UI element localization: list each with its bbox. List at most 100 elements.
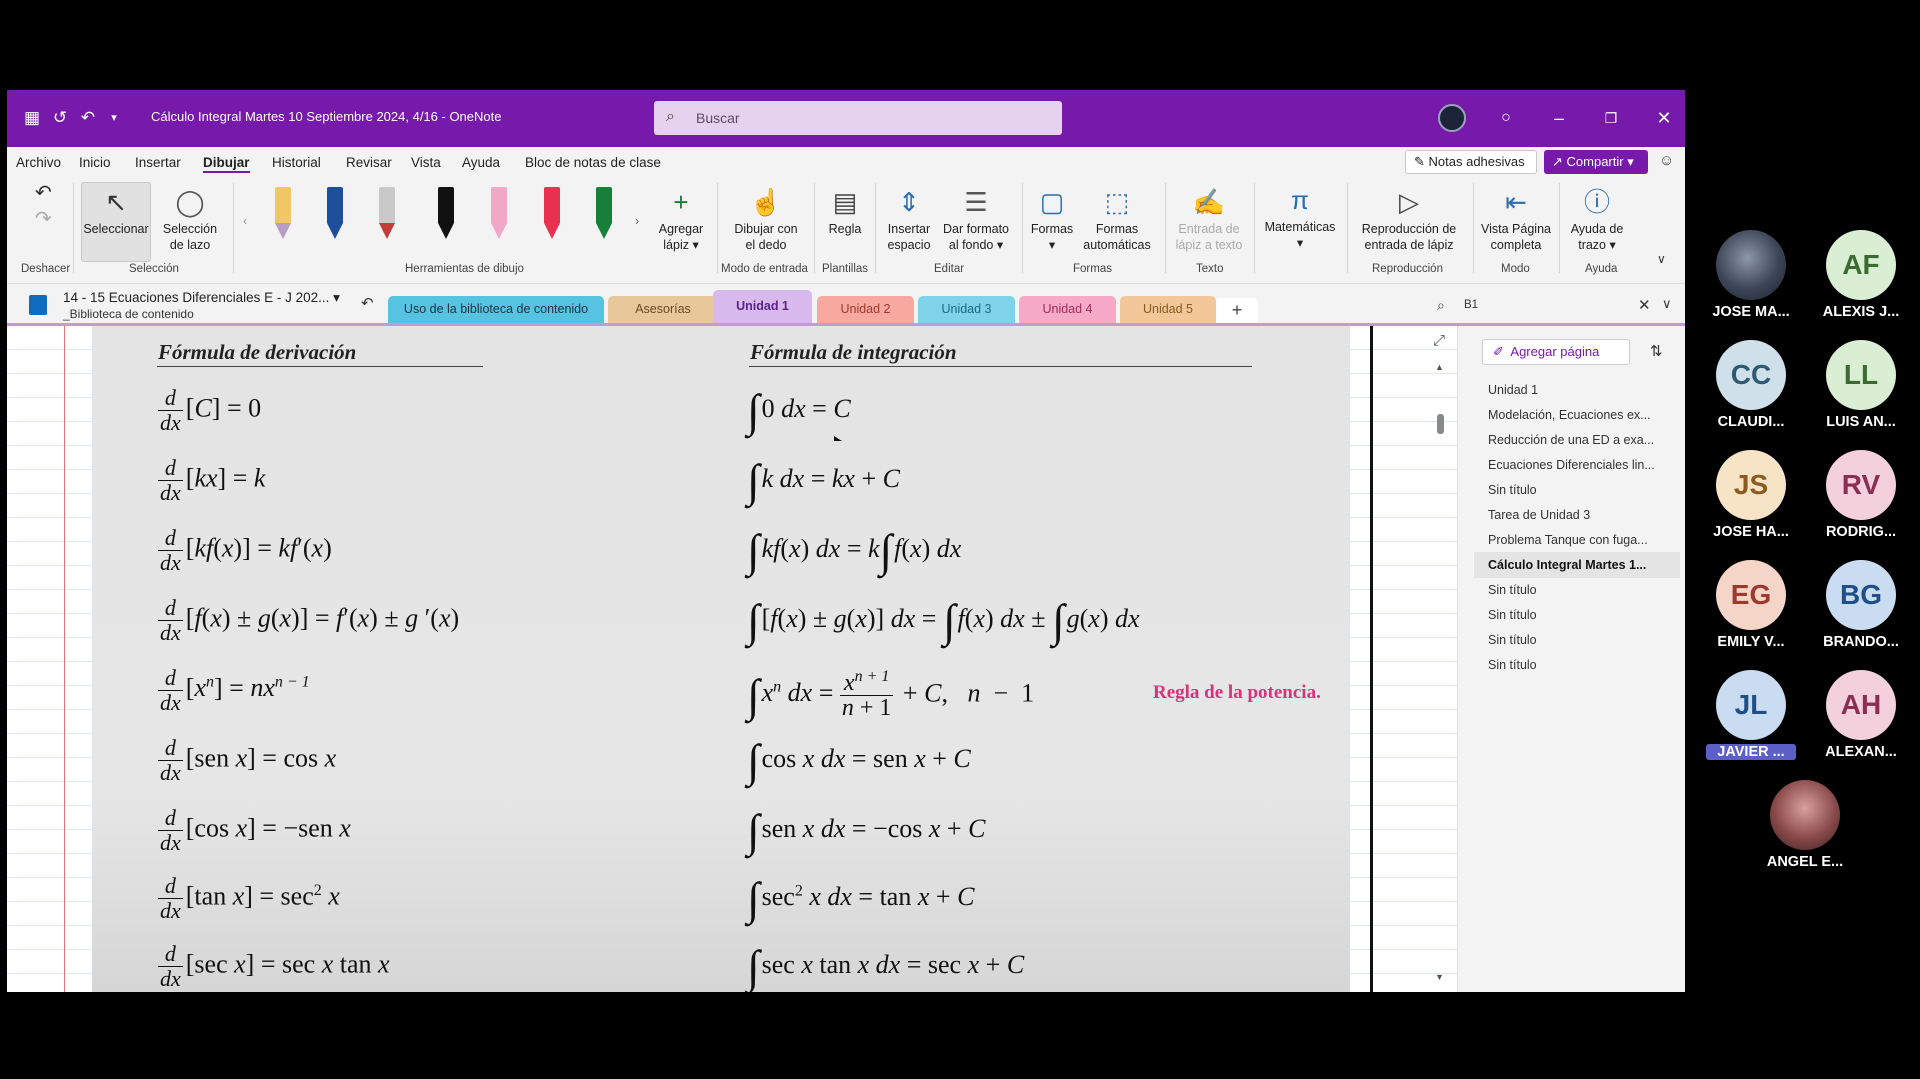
pen-red[interactable] [540, 187, 564, 247]
page-canvas[interactable]: Fórmula de derivación Fórmula de integra… [7, 326, 1457, 992]
menu-inicio[interactable]: Inicio [79, 155, 111, 170]
clear-search-icon[interactable]: ✕ [1638, 296, 1651, 314]
page-item[interactable]: Tarea de Unidad 3 [1474, 502, 1680, 528]
formula-image[interactable]: Fórmula de derivación Fórmula de integra… [92, 326, 1350, 992]
notebook-icon[interactable] [29, 295, 47, 315]
participant-tile[interactable]: JS JOSE HA... [1706, 450, 1796, 540]
tab-unidad-5[interactable]: Unidad 5 [1120, 296, 1216, 323]
customize-toolbar-icon[interactable]: ▾ [103, 107, 125, 129]
page-item[interactable]: Sin título [1474, 602, 1680, 628]
scroll-left-icon[interactable]: ‹ [243, 213, 247, 229]
scroll-up-icon[interactable]: ▲ [1435, 362, 1444, 372]
group-label-undo: Deshacer [21, 263, 71, 275]
onenote-app-icon[interactable]: ▦ [21, 107, 43, 129]
auto-shapes-button[interactable]: ⬚ Formas automáticas [1079, 187, 1155, 253]
integral-sen: ∫sen x dx = −cos x + C [747, 805, 986, 857]
tab-asesorias[interactable]: Asesorías [608, 296, 718, 323]
sort-pages-icon[interactable]: ⇅ [1650, 342, 1663, 360]
page-item[interactable]: Problema Tanque con fuga... [1474, 527, 1680, 553]
participant-avatar: CC [1716, 340, 1786, 410]
add-section-button[interactable]: + [1216, 298, 1258, 323]
participant-tile[interactable]: JL JAVIER ... [1706, 670, 1796, 760]
account-avatar[interactable] [1438, 104, 1466, 132]
pen-red-pencil[interactable] [375, 187, 399, 247]
draw-with-finger-button[interactable]: ☝ Dibujar con el dedo [725, 187, 807, 253]
pen-yellow-highlighter[interactable] [271, 187, 295, 247]
page-item[interactable]: Reducción de una ED a exa... [1474, 427, 1680, 453]
stroke-help-button[interactable]: ⓘ Ayuda de trazo ▾ [1565, 187, 1629, 253]
share-button[interactable]: ↗ Compartir ▾ [1544, 150, 1648, 174]
pen-green[interactable] [592, 187, 616, 247]
select-button[interactable]: ↖ Seleccionar [83, 187, 149, 237]
math-button[interactable]: π Matemáticas ▾ [1259, 185, 1341, 251]
back-icon[interactable]: ↺ [49, 107, 71, 129]
restore-button[interactable]: ❐ [1597, 104, 1625, 132]
participant-tile[interactable]: EG EMILY V... [1706, 560, 1796, 650]
tab-unidad-3[interactable]: Unidad 3 [918, 296, 1015, 323]
lightbulb-icon[interactable]: ○ [1492, 104, 1520, 132]
shapes-button[interactable]: ▢ Formas ▾ [1027, 187, 1077, 253]
search-box[interactable]: ⌕ Buscar [654, 101, 1062, 135]
minimize-button[interactable]: – [1545, 104, 1573, 132]
expand-icon[interactable]: ⤢ [1433, 332, 1445, 349]
page-item[interactable]: Sin título [1474, 652, 1680, 678]
pen-black[interactable] [434, 187, 458, 247]
participant-tile[interactable]: CC CLAUDI... [1706, 340, 1796, 430]
lasso-select-button[interactable]: ◯ Selección de lazo [157, 187, 223, 253]
menu-archivo[interactable]: Archivo [16, 155, 61, 170]
feedback-icon[interactable]: ☺ [1659, 152, 1674, 169]
page-search-box[interactable]: ⌕ B1 ✕ ∨ [1429, 295, 1679, 317]
search-scope-chevron-icon[interactable]: ∨ [1662, 296, 1672, 312]
back-to-parent-icon[interactable]: ↶ [361, 294, 374, 312]
menu-insertar[interactable]: Insertar [135, 155, 181, 170]
page-item[interactable]: Sin título [1474, 627, 1680, 653]
close-button[interactable]: ✕ [1650, 104, 1678, 132]
page-item[interactable]: Ecuaciones Diferenciales lin... [1474, 452, 1680, 478]
format-background-button[interactable]: ☰ Dar formato al fondo ▾ [937, 187, 1015, 253]
scroll-right-icon[interactable]: › [635, 213, 639, 229]
tab-unidad-2[interactable]: Unidad 2 [817, 296, 914, 323]
notebook-name[interactable]: 14 - 15 Ecuaciones Diferenciales E - J 2… [63, 290, 340, 306]
add-page-button[interactable]: ✐ Agregar página [1482, 339, 1630, 365]
participant-tile[interactable]: ANGEL E... [1760, 780, 1850, 870]
pen-pink-highlighter[interactable] [487, 187, 511, 247]
add-pen-button[interactable]: + Agregar lápiz ▾ [650, 187, 712, 253]
vertical-scrollbar[interactable]: ▲ ▼ [1435, 362, 1445, 982]
ink-to-text-button[interactable]: ✍ Entrada de lápiz a texto [1169, 187, 1249, 253]
undo-button[interactable]: ↶ [35, 183, 52, 203]
tab-unidad-4[interactable]: Unidad 4 [1019, 296, 1116, 323]
undo-icon[interactable]: ↶ [77, 107, 99, 129]
full-page-view-button[interactable]: ⇤ Vista Página completa [1479, 187, 1553, 253]
participant-tile[interactable]: JOSE MA... [1706, 230, 1796, 320]
menu-vista[interactable]: Vista [411, 155, 441, 170]
scroll-thumb[interactable] [1437, 414, 1444, 434]
participant-tile[interactable]: LL LUIS AN... [1816, 340, 1906, 430]
participant-tile[interactable]: AF ALEXIS J... [1816, 230, 1906, 320]
page-item[interactable]: Modelación, Ecuaciones ex... [1474, 402, 1680, 428]
menu-dibujar[interactable]: Dibujar [203, 155, 250, 173]
ruler-button[interactable]: ▤ Regla [821, 187, 869, 237]
tab-uso-biblioteca[interactable]: Uso de la biblioteca de contenido [388, 296, 604, 323]
pen-blue[interactable] [323, 187, 347, 247]
page-item-selected[interactable]: Cálculo Integral Martes 1... [1474, 552, 1680, 578]
menu-bloc-de-notas-de-clase[interactable]: Bloc de notas de clase [525, 155, 661, 170]
participant-tile[interactable]: AH ALEXAN... [1816, 670, 1906, 760]
page-item[interactable]: Sin título [1474, 477, 1680, 503]
menu-revisar[interactable]: Revisar [346, 155, 392, 170]
tab-unidad-1[interactable]: Unidad 1 [713, 290, 812, 323]
scroll-down-icon[interactable]: ▼ [1435, 972, 1444, 982]
page-item[interactable]: Sin título [1474, 577, 1680, 603]
menu-historial[interactable]: Historial [272, 155, 321, 170]
menu-ayuda[interactable]: Ayuda [462, 155, 500, 170]
ink-replay-button[interactable]: ▷ Reproducción de entrada de lápiz [1353, 187, 1465, 253]
redo-button[interactable]: ↷ [35, 209, 52, 229]
collapse-ribbon-icon[interactable]: ∨ [1657, 251, 1666, 267]
participant-tile[interactable]: BG BRANDO... [1816, 560, 1906, 650]
page-item[interactable]: Unidad 1 [1474, 377, 1680, 403]
group-label-input-mode: Modo de entrada [721, 263, 808, 275]
pages-panel: ✐ Agregar página ⇅ Unidad 1 Modelación, … [1457, 326, 1685, 992]
finger-label-2: el dedo [745, 238, 787, 252]
participant-tile[interactable]: RV RODRIG... [1816, 450, 1906, 540]
insert-space-button[interactable]: ⇕ Insertar espacio [881, 187, 937, 253]
sticky-notes-button[interactable]: ✎ Notas adhesivas [1405, 150, 1537, 174]
